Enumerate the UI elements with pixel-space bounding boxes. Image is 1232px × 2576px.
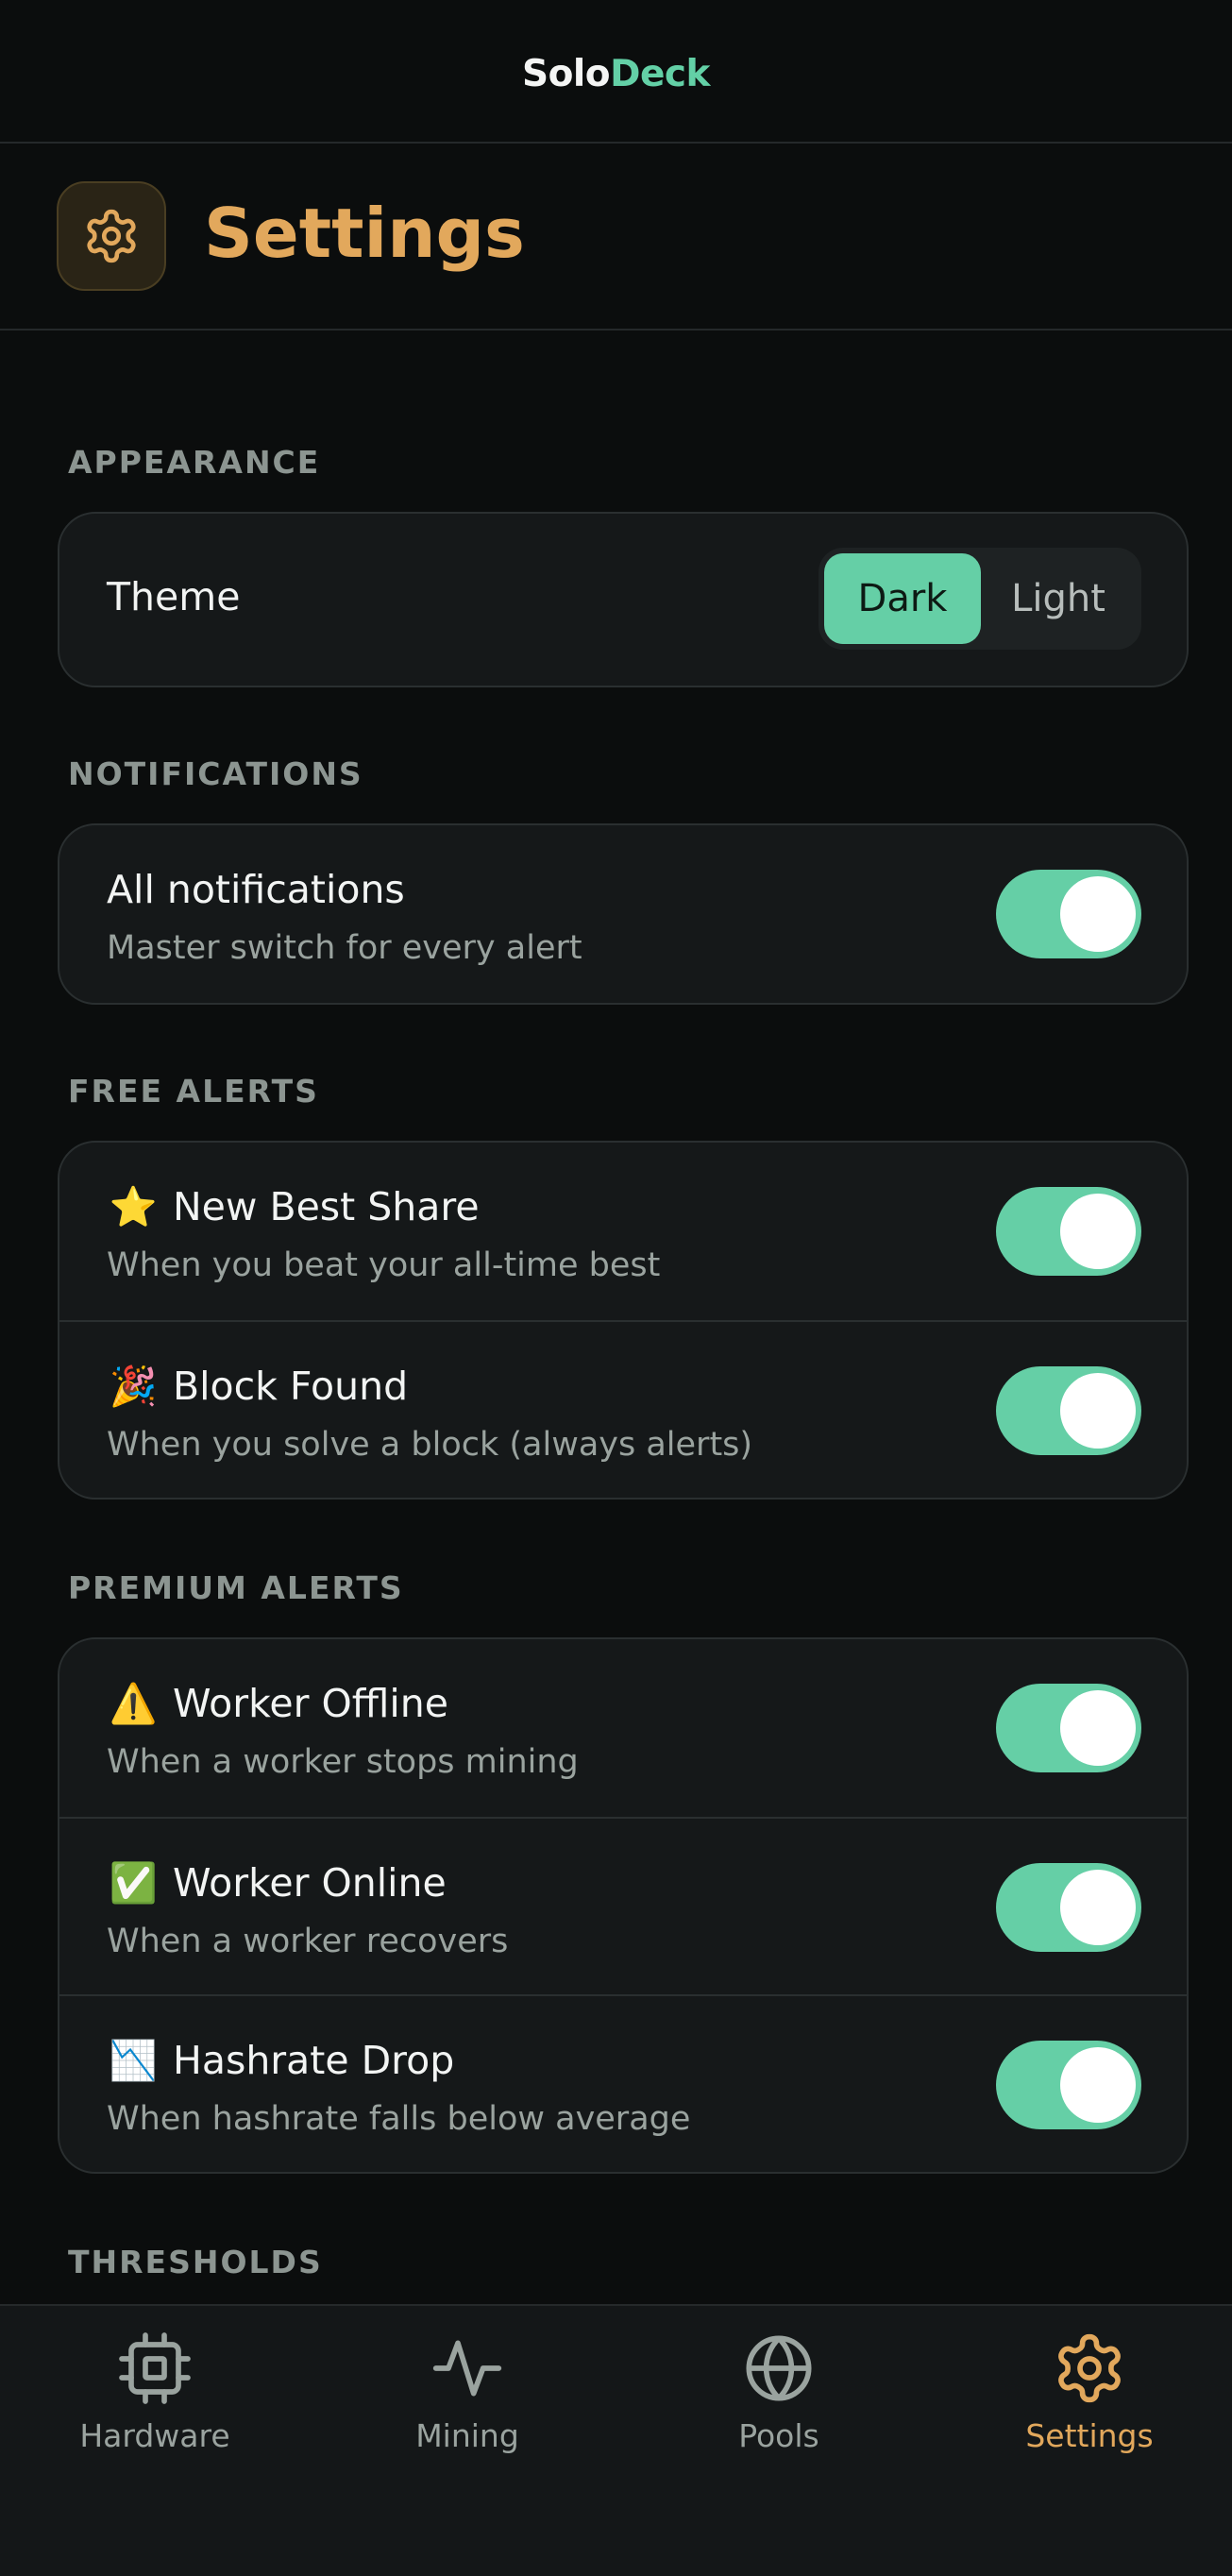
toggle-knob — [1060, 1870, 1136, 1945]
theme-light-button[interactable]: Light — [981, 553, 1136, 644]
setting-row-all-notifications: All notifications Master switch for ever… — [59, 825, 1187, 1003]
row-title: All notifications — [107, 867, 405, 912]
bottom-tab-bar: Hardware Mining Pools Settings — [0, 2304, 1232, 2576]
row-title-wrap: ⚠️ Worker Offline — [107, 1681, 448, 1727]
section-label-appearance: APPEARANCE — [68, 444, 321, 481]
new-best-share-toggle[interactable] — [996, 1187, 1141, 1276]
brand-name-part2: Deck — [610, 52, 710, 95]
row-title: Hashrate Drop — [173, 2038, 455, 2083]
tab-label: Settings — [1025, 2417, 1154, 2454]
toggle-knob — [1060, 1373, 1136, 1449]
globe-icon — [746, 2335, 812, 2401]
row-subtitle: When hashrate falls below average — [107, 2100, 691, 2138]
page-header: Settings — [0, 145, 1232, 330]
tab-pools[interactable]: Pools — [625, 2306, 933, 2495]
setting-row-new-best-share: ⭐ New Best Share When you beat your all-t… — [59, 1143, 1187, 1320]
row-title: Worker Offline — [173, 1681, 448, 1726]
section-label-notifications: NOTIFICATIONS — [68, 755, 363, 792]
star-icon: ⭐ — [109, 1184, 158, 1229]
row-title-wrap: ✅ Worker Online — [107, 1860, 447, 1907]
appearance-card: Theme Dark Light — [58, 512, 1189, 687]
tab-hardware[interactable]: Hardware — [1, 2306, 309, 2495]
block-found-toggle[interactable] — [996, 1366, 1141, 1455]
row-title-wrap: 📉 Hashrate Drop — [107, 2038, 454, 2084]
worker-offline-toggle[interactable] — [996, 1684, 1141, 1772]
section-label-free-alerts: FREE ALERTS — [68, 1073, 319, 1110]
section-label-premium-alerts: PREMIUM ALERTS — [68, 1569, 404, 1606]
free-alerts-card: ⭐ New Best Share When you beat your all-t… — [58, 1141, 1189, 1500]
gear-icon — [1058, 2333, 1121, 2403]
hashrate-drop-toggle[interactable] — [996, 2041, 1141, 2129]
tab-settings[interactable]: Settings — [936, 2306, 1232, 2495]
setting-row-worker-online: ✅ Worker Online When a worker recovers — [59, 1817, 1187, 1994]
brand-name-part1: Solo — [522, 52, 611, 95]
worker-online-toggle[interactable] — [996, 1863, 1141, 1952]
party-popper-icon: 🎉 — [109, 1364, 158, 1409]
check-mark-icon: ✅ — [109, 1860, 158, 1906]
setting-row-block-found: 🎉 Block Found When you solve a block (alw… — [59, 1320, 1187, 1498]
row-subtitle: Master switch for every alert — [107, 929, 582, 967]
gear-icon — [57, 181, 166, 291]
toggle-knob — [1060, 1194, 1136, 1269]
tab-mining[interactable]: Mining — [313, 2306, 621, 2495]
row-title-wrap: ⭐ New Best Share — [107, 1184, 480, 1230]
row-subtitle: When you solve a block (always alerts) — [107, 1426, 753, 1464]
pulse-icon — [432, 2340, 502, 2397]
theme-row: Theme Dark Light — [59, 514, 1187, 686]
tab-label: Pools — [738, 2417, 819, 2454]
page-title: Settings — [204, 194, 525, 273]
toggle-knob — [1060, 1690, 1136, 1766]
notifications-card: All notifications Master switch for ever… — [58, 823, 1189, 1005]
row-title: Worker Online — [173, 1860, 447, 1906]
toggle-knob — [1060, 2047, 1136, 2123]
row-title-wrap: 🎉 Block Found — [107, 1364, 408, 1410]
chip-icon — [119, 2332, 191, 2404]
row-subtitle: When a worker recovers — [107, 1923, 509, 1960]
theme-dark-button[interactable]: Dark — [824, 553, 981, 644]
warning-icon: ⚠️ — [109, 1681, 158, 1726]
row-subtitle: When you beat your all-time best — [107, 1246, 661, 1284]
tab-label: Mining — [415, 2417, 519, 2454]
row-title: New Best Share — [173, 1184, 480, 1229]
tab-label: Hardware — [79, 2417, 230, 2454]
app-header: Solo Deck — [0, 0, 1232, 144]
chart-decreasing-icon: 📉 — [109, 2038, 158, 2083]
row-subtitle: When a worker stops mining — [107, 1743, 579, 1781]
all-notifications-toggle[interactable] — [996, 870, 1141, 958]
theme-segmented-control: Dark Light — [819, 548, 1141, 650]
row-title: Block Found — [173, 1364, 409, 1409]
toggle-knob — [1060, 876, 1136, 952]
section-label-thresholds: THRESHOLDS — [68, 2244, 323, 2280]
theme-label: Theme — [107, 574, 241, 619]
setting-row-worker-offline: ⚠️ Worker Offline When a worker stops min… — [59, 1639, 1187, 1817]
setting-row-hashrate-drop: 📉 Hashrate Drop When hashrate falls below… — [59, 1994, 1187, 2172]
premium-alerts-card: ⚠️ Worker Offline When a worker stops min… — [58, 1637, 1189, 2174]
